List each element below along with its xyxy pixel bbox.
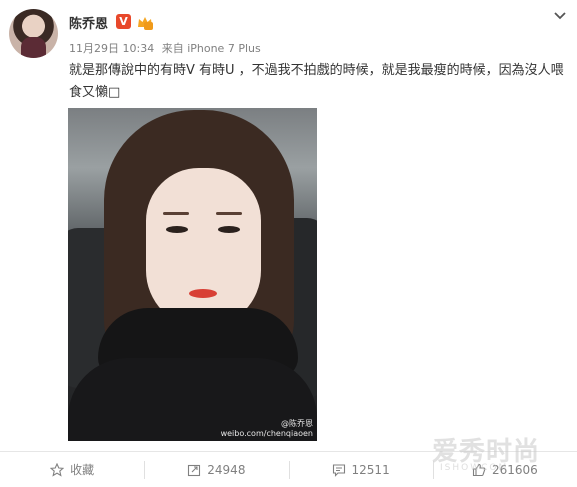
comment-icon: [332, 463, 345, 477]
photo-lips: [189, 289, 217, 298]
site-watermark-subtitle: ISHOWCOM: [440, 463, 509, 473]
post-photo[interactable]: @陈乔恩 weibo.com/chenqiaoen: [68, 108, 317, 441]
member-icon[interactable]: [136, 14, 154, 30]
star-icon: [50, 462, 65, 477]
photo-face: [146, 168, 261, 328]
post-source[interactable]: 来自 iPhone 7 Plus: [162, 42, 261, 55]
post-date[interactable]: 11月29日 10:34: [69, 42, 154, 55]
favorite-label: 收藏: [70, 463, 95, 477]
avatar-figure: [21, 37, 46, 58]
photo-eye-left: [166, 226, 188, 233]
repost-icon: [188, 464, 201, 476]
repost-button[interactable]: 24948: [144, 452, 288, 487]
post-meta: 11月29日 10:34 来自 iPhone 7 Plus: [69, 40, 265, 56]
photo-brow-right: [216, 212, 242, 215]
verified-badge-icon[interactable]: V: [116, 14, 131, 29]
post-text: 就是那傳說中的有時V 有時U ，不過我不拍戲的時候，就是我最瘦的時候，因為沒人喂…: [69, 63, 564, 100]
favorite-button[interactable]: 收藏: [0, 452, 144, 487]
comment-button[interactable]: 12511: [288, 452, 433, 487]
chevron-down-icon[interactable]: [553, 9, 567, 23]
photo-eye-right: [218, 226, 240, 233]
author-name[interactable]: 陈乔恩: [69, 13, 108, 32]
avatar[interactable]: [9, 9, 58, 58]
comment-count: 12511: [351, 462, 390, 477]
photo-brow-left: [163, 212, 189, 215]
photo-watermark: @陈乔恩 weibo.com/chenqiaoen: [220, 419, 313, 438]
repost-count: 24948: [207, 462, 246, 477]
